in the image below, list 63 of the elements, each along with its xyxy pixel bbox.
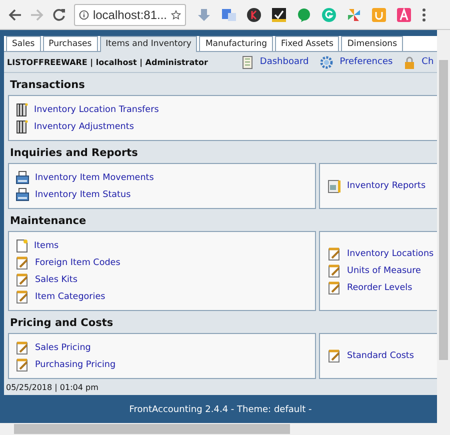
menu-tab[interactable]: Fixed Assets: [275, 36, 340, 51]
header-link[interactable]: Dashboard: [260, 57, 309, 67]
menu-link[interactable]: Inventory Adjustments: [34, 122, 134, 132]
menu-link[interactable]: Item Categories: [35, 292, 106, 302]
menu-link[interactable]: Inventory Location Transfers: [34, 104, 159, 114]
checkbox-icon[interactable]: [272, 8, 286, 22]
menu-tab[interactable]: Purchases: [42, 36, 98, 51]
settings-icon[interactable]: [320, 56, 333, 68]
footer-text: FrontAccounting 2.4.4 - Theme: default -: [129, 405, 312, 415]
address-text: localhost:81...: [92, 8, 168, 22]
menu-link[interactable]: Units of Measure: [347, 266, 421, 276]
section-title: Pricing and Costs: [10, 316, 114, 328]
date-time: 05/25/2018 | 01:04 pm: [5, 382, 100, 394]
menu-link[interactable]: Inventory Locations: [347, 249, 434, 259]
menu-icon[interactable]: [422, 8, 426, 22]
star-icon[interactable]: [171, 8, 181, 20]
notepad-icon[interactable]: [16, 256, 29, 270]
notepad-icon[interactable]: [328, 264, 341, 278]
menu-tab[interactable]: Items and Inventory: [100, 36, 198, 52]
section-title: Maintenance: [10, 214, 86, 226]
menu-tab[interactable]: Dimensions: [341, 36, 404, 51]
menu-tab[interactable]: Manufacturing: [199, 36, 273, 51]
notebook-icon[interactable]: [242, 56, 253, 68]
notepad-icon[interactable]: [16, 272, 29, 286]
lock-icon[interactable]: [404, 56, 415, 68]
menu-link[interactable]: Inventory Item Status: [35, 190, 131, 200]
menu-link[interactable]: Reorder Levels: [347, 283, 412, 293]
horizontal-scrollbar[interactable]: [0, 423, 450, 435]
notepad-icon[interactable]: [328, 247, 341, 261]
menu-link[interactable]: Purchasing Pricing: [35, 360, 116, 370]
menu-link[interactable]: Items: [34, 240, 59, 250]
back-icon[interactable]: [8, 8, 22, 22]
menu-link[interactable]: Sales Kits: [35, 274, 78, 284]
download-icon[interactable]: [197, 8, 211, 22]
menu-link[interactable]: Sales Pricing: [35, 342, 91, 352]
notepad-icon[interactable]: [16, 358, 29, 372]
extension-icon[interactable]: [247, 8, 261, 22]
pinwheel-icon[interactable]: [347, 8, 361, 22]
notepad-icon[interactable]: [328, 349, 341, 363]
document-icon[interactable]: [16, 238, 28, 252]
printer-icon[interactable]: [16, 171, 29, 184]
menu-link[interactable]: Inventory Reports: [347, 181, 426, 191]
notepad-icon[interactable]: [328, 281, 341, 295]
chat-icon[interactable]: [297, 8, 311, 22]
section-title: Inquiries and Reports: [10, 146, 138, 158]
menu-tab[interactable]: Sales: [6, 36, 41, 51]
notepad-icon[interactable]: [16, 340, 29, 354]
report-icon[interactable]: [328, 180, 341, 192]
menu-link[interactable]: Foreign Item Codes: [35, 258, 120, 268]
section-title: Transactions: [10, 78, 85, 90]
info-icon: [79, 8, 89, 20]
address-bar[interactable]: localhost:81...: [74, 4, 186, 26]
header-link[interactable]: Preferences: [340, 57, 393, 67]
printer-icon[interactable]: [16, 188, 29, 201]
vertical-scrollbar[interactable]: [437, 30, 450, 423]
menu-link[interactable]: Inventory Item Movements: [35, 172, 154, 182]
header-link[interactable]: Ch: [422, 57, 434, 67]
binder-icon[interactable]: [16, 120, 28, 134]
binder-icon[interactable]: [16, 102, 28, 116]
menu-link[interactable]: Standard Costs: [347, 351, 414, 361]
user-info: LISTOFFREEWARE | localhost | Administrator: [7, 58, 208, 66]
notepad-icon[interactable]: [16, 290, 29, 304]
reload-icon[interactable]: [52, 8, 66, 22]
